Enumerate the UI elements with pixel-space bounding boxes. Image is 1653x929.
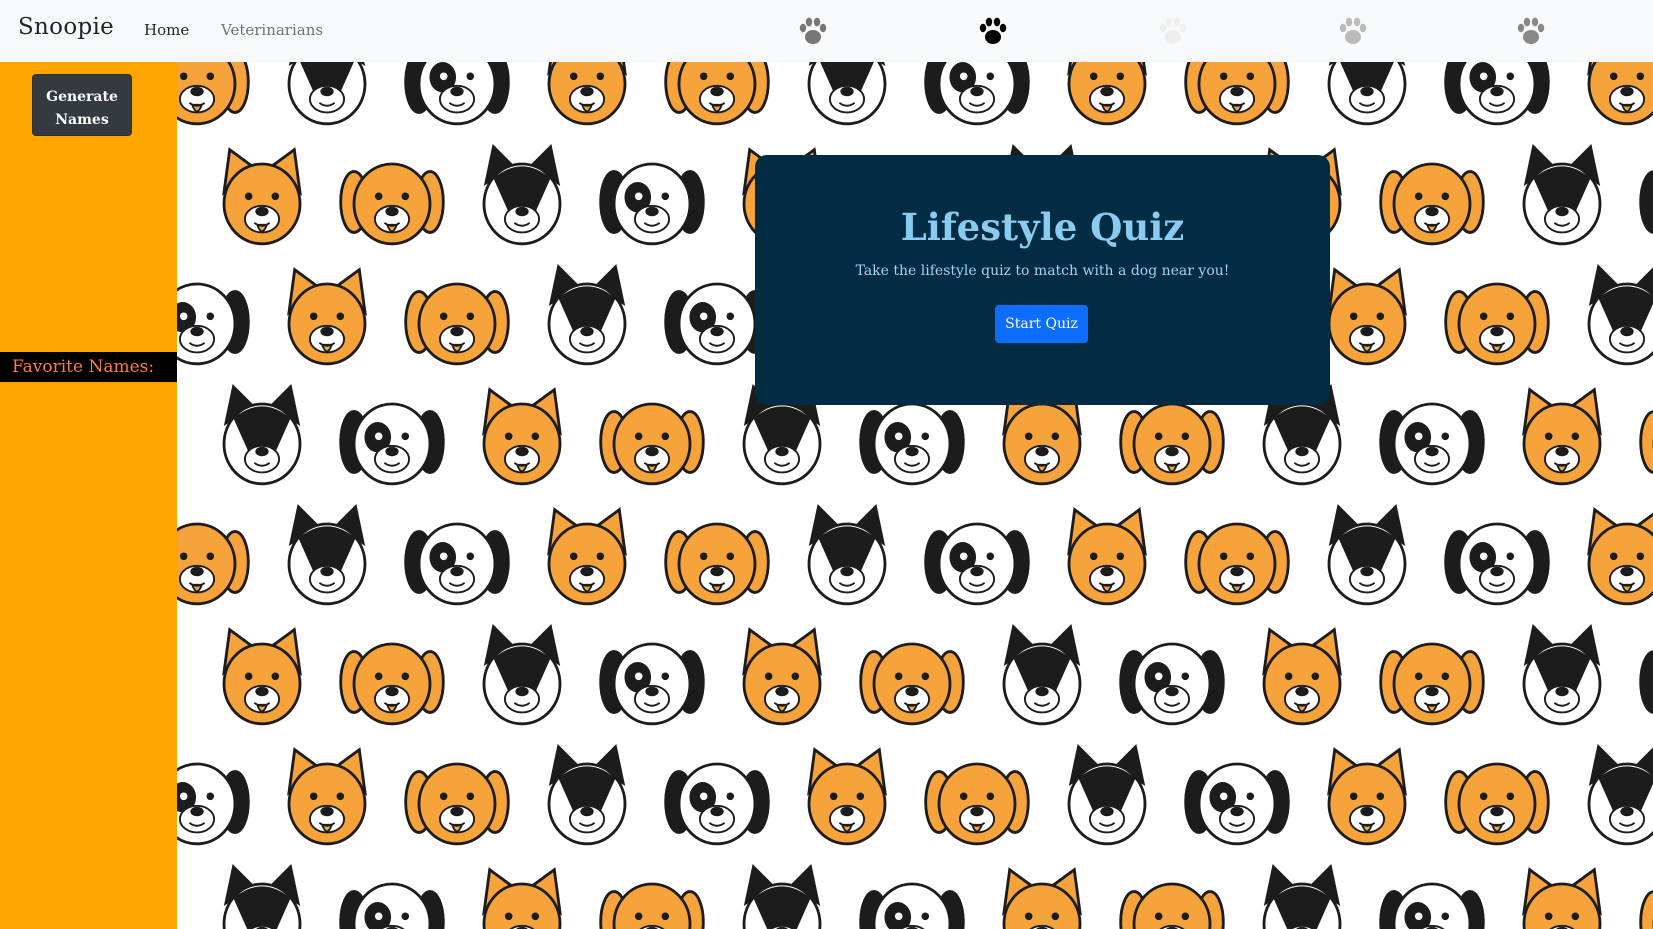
paw-icon[interactable]	[1514, 15, 1548, 49]
quiz-card: Lifestyle Quiz Take the lifestyle quiz t…	[755, 155, 1330, 405]
nav-link-home[interactable]: Home	[144, 21, 189, 39]
paw-icon[interactable]	[1156, 15, 1190, 49]
navbar: Snoopie Home Veterinarians	[0, 0, 1653, 62]
quiz-title: Lifestyle Quiz	[900, 205, 1185, 249]
start-quiz-button[interactable]: Start Quiz	[995, 305, 1088, 343]
paw-icon[interactable]	[1336, 15, 1370, 49]
paw-icon[interactable]	[796, 15, 830, 49]
paw-icon[interactable]	[976, 15, 1010, 49]
sidebar: Generate Names Favorite Names:	[0, 62, 177, 929]
quiz-subtitle: Take the lifestyle quiz to match with a …	[855, 263, 1230, 279]
brand-logo[interactable]: Snoopie	[18, 14, 114, 40]
favorite-names-label: Favorite Names:	[0, 352, 177, 382]
nav-link-veterinarians[interactable]: Veterinarians	[221, 21, 323, 39]
generate-names-button[interactable]: Generate Names	[32, 74, 132, 136]
